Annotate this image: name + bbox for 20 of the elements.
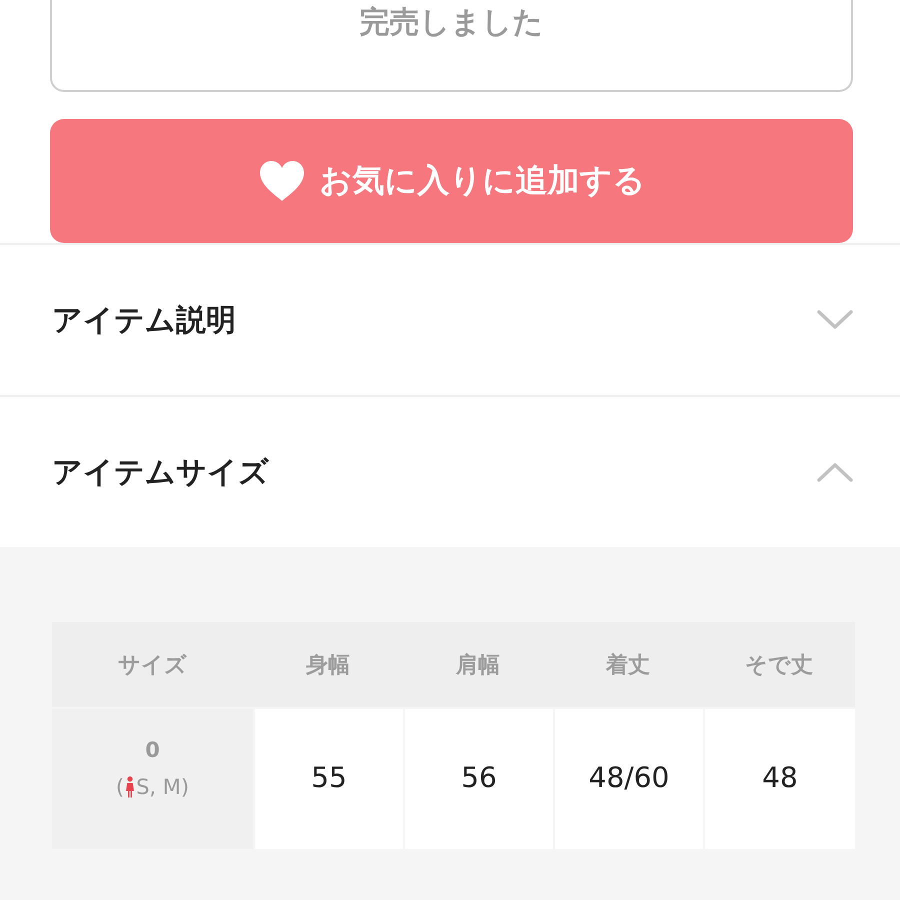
section-title: アイテム説明 — [52, 302, 236, 340]
chevron-down-icon — [817, 310, 853, 330]
column-header: 身幅 — [253, 622, 403, 707]
heart-icon — [258, 160, 306, 202]
column-header: 肩幅 — [403, 622, 553, 707]
fit-sizes: S, M) — [136, 775, 190, 799]
fit-bracket: ( — [116, 775, 124, 799]
table-cell: 48 — [703, 709, 855, 849]
table-cell: 56 — [403, 709, 553, 849]
favorites-label: お気に入りに追加する — [320, 160, 646, 201]
column-header: サイズ — [52, 622, 253, 707]
size-value: 0 — [145, 737, 160, 763]
column-header: 着丈 — [553, 622, 703, 707]
section-title: アイテムサイズ — [52, 454, 269, 492]
chevron-up-icon — [817, 462, 853, 482]
column-header: そで丈 — [703, 622, 855, 707]
woman-icon — [125, 776, 136, 798]
table-cell: 48/60 — [553, 709, 703, 849]
table-cell: 55 — [253, 709, 403, 849]
accordion-header[interactable]: アイテム説明 — [0, 243, 900, 395]
